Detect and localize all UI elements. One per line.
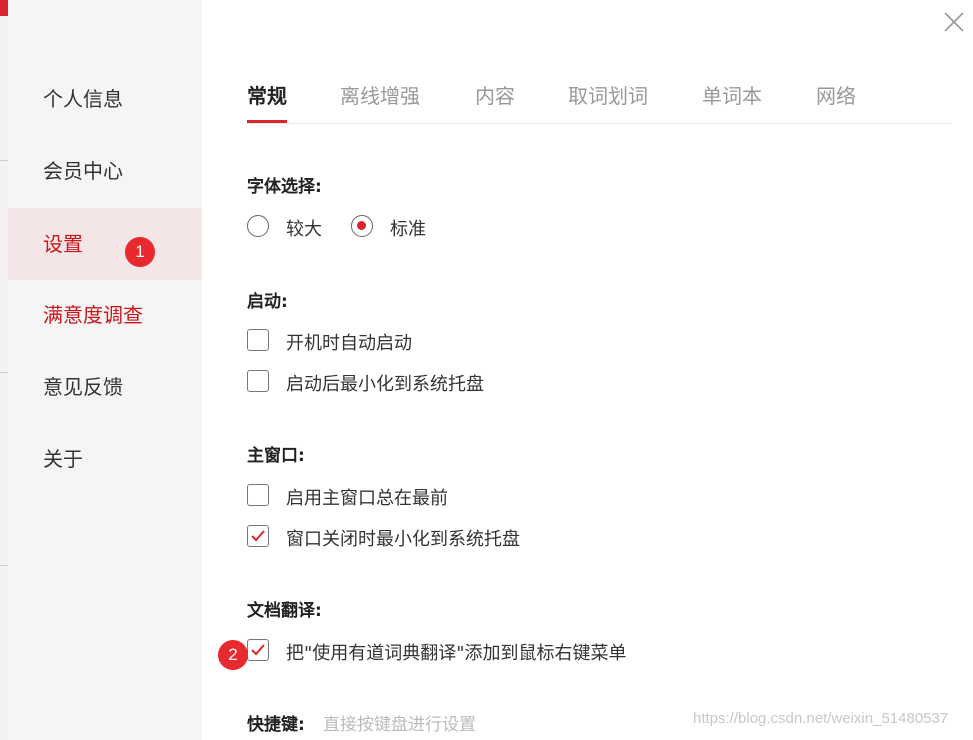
- sidebar-item-survey[interactable]: 满意度调查: [8, 279, 202, 351]
- watermark: https://blog.csdn.net/weixin_51480537: [693, 710, 949, 727]
- sidebar-item-membership[interactable]: 会员中心: [8, 135, 202, 207]
- radio-label-large: 较大: [286, 219, 322, 240]
- checkbox-minimize-on-close[interactable]: [247, 525, 269, 547]
- annotation-badge-1: 1: [125, 237, 155, 267]
- checkbox-context-menu[interactable]: [247, 639, 269, 661]
- main-window-section-title: 主窗口:: [247, 446, 305, 466]
- radio-font-standard[interactable]: [351, 215, 373, 237]
- checkmark-icon: [251, 644, 265, 656]
- divider: [0, 372, 8, 373]
- tab-wordbook[interactable]: 单词本: [702, 80, 762, 122]
- background-window-edge: [0, 0, 8, 740]
- font-section-title: 字体选择:: [247, 177, 322, 197]
- radio-label-standard: 标准: [390, 219, 426, 240]
- close-icon: [944, 12, 964, 32]
- divider: [0, 160, 8, 161]
- settings-sidebar: 个人信息 会员中心 设置 满意度调查 意见反馈 关于: [8, 0, 202, 740]
- doc-translate-section-title: 文档翻译:: [247, 601, 322, 621]
- checkbox-label-context-menu: 把"使用有道词典翻译"添加到鼠标右键菜单: [286, 643, 627, 664]
- sidebar-item-about[interactable]: 关于: [8, 423, 202, 495]
- startup-section-title: 启动:: [247, 292, 288, 312]
- tab-offline[interactable]: 离线增强: [340, 80, 420, 122]
- checkbox-minimize-on-start[interactable]: [247, 370, 269, 392]
- radio-font-large[interactable]: [247, 215, 269, 237]
- checkbox-label-autostart: 开机时自动启动: [286, 333, 412, 354]
- settings-tabs: 常规 离线增强 内容 取词划词 单词本 网络: [246, 70, 952, 124]
- checkbox-always-on-top[interactable]: [247, 484, 269, 506]
- tab-network[interactable]: 网络: [816, 80, 856, 122]
- checkbox-label-minimize-on-close: 窗口关闭时最小化到系统托盘: [286, 529, 520, 550]
- background-red-bar: [0, 0, 8, 16]
- tab-content[interactable]: 内容: [475, 80, 515, 122]
- sidebar-item-settings[interactable]: 设置: [8, 208, 202, 280]
- shortcut-section-title: 快捷键:: [247, 715, 305, 735]
- checkbox-label-always-on-top: 启用主窗口总在最前: [286, 488, 448, 509]
- close-button[interactable]: [942, 10, 966, 34]
- tab-word-capture[interactable]: 取词划词: [568, 80, 648, 122]
- checkbox-label-minimize-on-start: 启动后最小化到系统托盘: [286, 374, 484, 395]
- sidebar-item-profile[interactable]: 个人信息: [8, 63, 202, 135]
- checkmark-icon: [251, 530, 265, 542]
- shortcut-hint[interactable]: 直接按键盘进行设置: [323, 710, 476, 735]
- annotation-badge-2: 2: [218, 640, 248, 670]
- divider: [0, 565, 8, 566]
- tab-general[interactable]: 常规: [247, 80, 287, 123]
- checkbox-autostart[interactable]: [247, 329, 269, 351]
- sidebar-item-feedback[interactable]: 意见反馈: [8, 351, 202, 423]
